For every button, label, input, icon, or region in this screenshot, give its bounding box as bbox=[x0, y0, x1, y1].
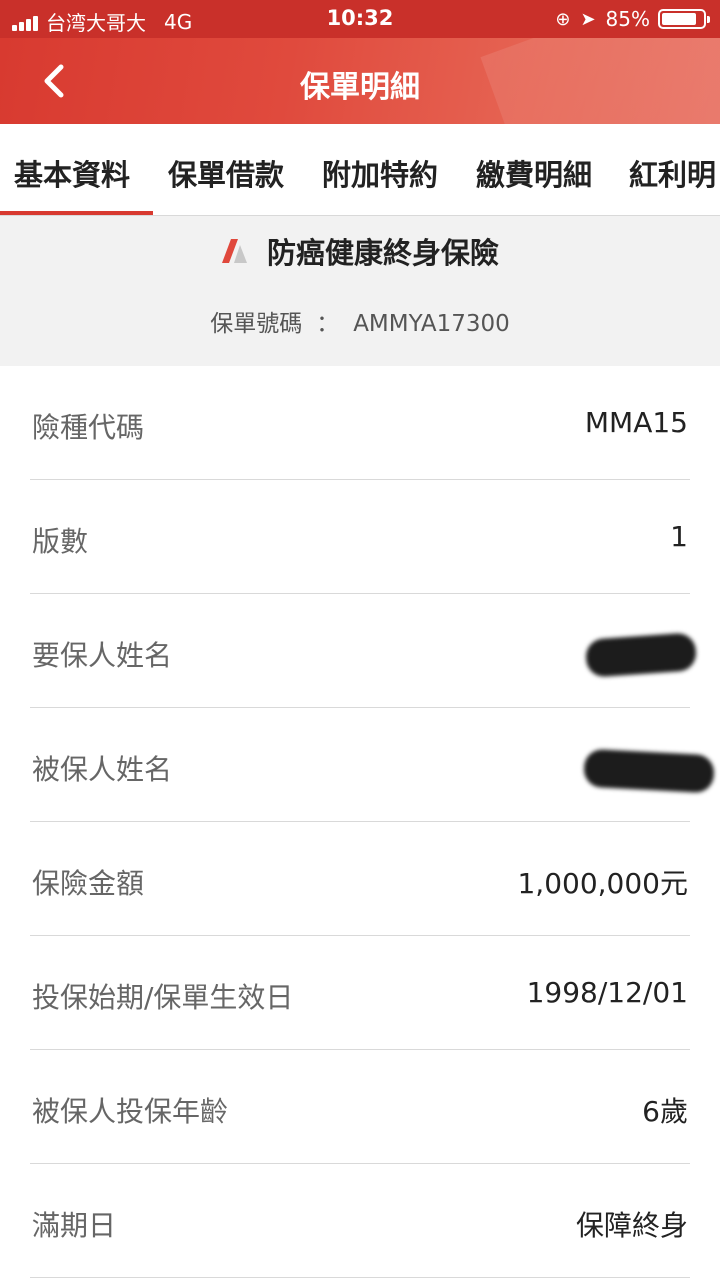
battery-icon bbox=[658, 9, 710, 29]
nav-header: 保單明細 bbox=[0, 38, 720, 124]
detail-label: 滿期日 bbox=[32, 1209, 117, 1242]
detail-row-sum-insured: 保險金額 1,000,000元 bbox=[30, 822, 690, 936]
status-bar: 台湾大哥大 4G 10:32 ⊕ ➤ 85% bbox=[0, 0, 720, 38]
redacted-value bbox=[583, 748, 715, 794]
policy-number-label: 保單號碼 bbox=[210, 311, 303, 337]
detail-value: MMA15 bbox=[584, 406, 688, 439]
detail-value: 1998/12/01 bbox=[526, 976, 688, 1009]
redacted-value bbox=[584, 632, 698, 678]
policy-number-row: 保單號碼 ： AMMYA17300 bbox=[0, 304, 720, 338]
detail-label: 被保人投保年齡 bbox=[32, 1095, 229, 1128]
detail-value: 1,000,000元 bbox=[517, 867, 688, 900]
brand-logo-icon bbox=[221, 239, 247, 263]
detail-row-insured-name: 被保人姓名 bbox=[30, 708, 715, 822]
policy-name-row: 防癌健康終身保險 bbox=[0, 230, 720, 272]
policy-number: AMMYA17300 bbox=[353, 311, 510, 337]
detail-label: 投保始期/保單生效日 bbox=[32, 981, 294, 1014]
detail-label: 被保人姓名 bbox=[32, 753, 173, 786]
detail-value: 6歲 bbox=[642, 1095, 688, 1128]
tab-payment-details[interactable]: 繳費明細 bbox=[476, 152, 592, 194]
policy-number-separator: ： bbox=[316, 311, 340, 337]
page-title: 保單明細 bbox=[300, 70, 420, 105]
location-arrow-icon: ➤ bbox=[580, 8, 596, 30]
detail-label: 險種代碼 bbox=[32, 411, 145, 444]
detail-label: 保險金額 bbox=[32, 867, 145, 900]
policy-name: 防癌健康終身保險 bbox=[266, 236, 499, 270]
detail-row-effective-date: 投保始期/保單生效日 1998/12/01 bbox=[30, 936, 690, 1050]
tab-policy-loan[interactable]: 保單借款 bbox=[168, 152, 284, 194]
detail-value: 保障終身 bbox=[575, 1209, 688, 1242]
detail-value: 1 bbox=[670, 520, 688, 553]
tab-dividend[interactable]: 紅利明 bbox=[629, 152, 716, 194]
policy-header: 防癌健康終身保險 保單號碼 ： AMMYA17300 bbox=[0, 216, 720, 366]
tab-basic-info[interactable]: 基本資料 bbox=[14, 152, 130, 194]
battery-percent: 85% bbox=[605, 7, 650, 31]
active-tab-indicator bbox=[0, 211, 153, 215]
detail-row-insured-age: 被保人投保年齡 6歲 bbox=[30, 1050, 690, 1164]
orientation-lock-icon: ⊕ bbox=[555, 8, 571, 30]
detail-row-version: 版數 1 bbox=[30, 480, 690, 594]
tab-riders[interactable]: 附加特約 bbox=[322, 152, 438, 194]
detail-row-maturity-date: 滿期日 保障終身 bbox=[30, 1164, 690, 1278]
status-right: ⊕ ➤ 85% bbox=[555, 7, 710, 31]
detail-label: 版數 bbox=[32, 525, 89, 558]
detail-row-policyholder-name: 要保人姓名 bbox=[30, 594, 698, 708]
tab-bar: 基本資料 保單借款 附加特約 繳費明細 紅利明 bbox=[0, 124, 720, 216]
detail-label: 要保人姓名 bbox=[32, 639, 173, 672]
detail-row-product-code: 險種代碼 MMA15 bbox=[30, 366, 690, 480]
